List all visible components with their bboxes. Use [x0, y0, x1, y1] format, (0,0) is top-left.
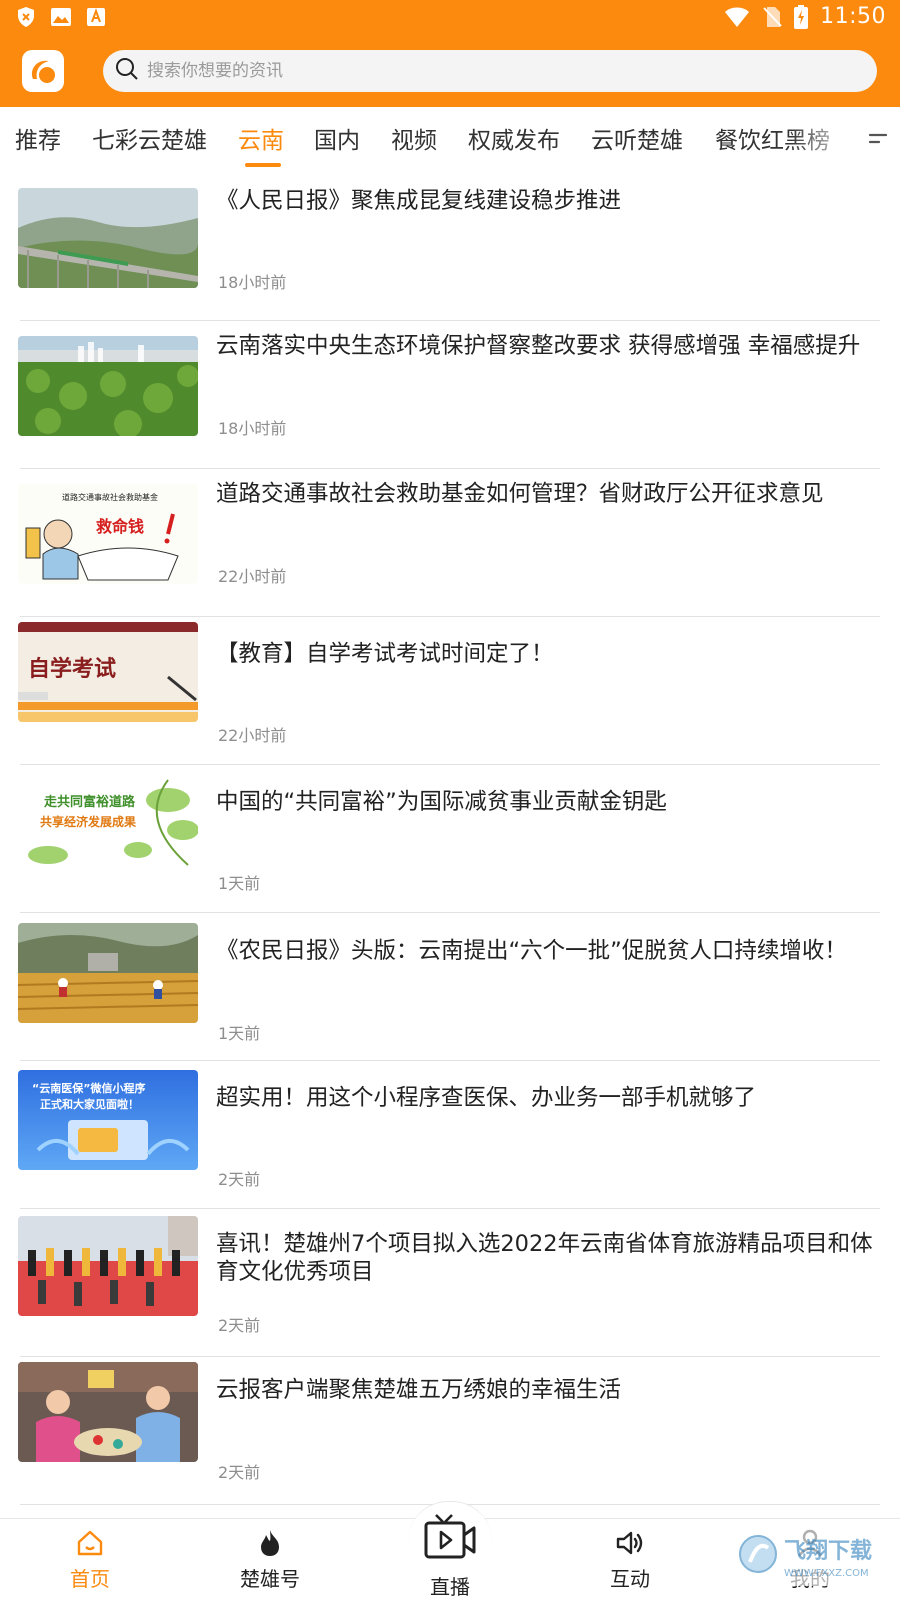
nav-live-label: 直播: [430, 1575, 470, 1599]
news-title: 超实用！用这个小程序查医保、办业务一部手机就够了: [216, 1085, 757, 1111]
live-tv-icon: [422, 1511, 478, 1563]
search-input[interactable]: [147, 61, 847, 81]
nav-home[interactable]: 首页: [30, 1519, 150, 1600]
nav-chuxiong-hao-label: 楚雄号: [240, 1567, 300, 1591]
thumb-caption: 自学考试: [28, 656, 116, 682]
news-title: 云南落实中央生态环境保护督察整改要求 获得感增强 幸福感提升: [216, 333, 861, 359]
news-time: 2天前: [218, 1170, 261, 1189]
news-title: 中国的“共同富裕”为国际减贫事业贡献金钥匙: [216, 789, 667, 815]
tab-colorful-chuxiong[interactable]: 七彩云楚雄: [92, 121, 207, 155]
nav-chuxiong-hao[interactable]: 楚雄号: [210, 1519, 330, 1600]
news-title: 【教育】自学考试考试时间定了！: [216, 641, 554, 667]
news-title: 《人民日报》聚焦成昆复线建设稳步推进: [216, 188, 622, 214]
tab-recommend[interactable]: 推荐: [15, 121, 61, 155]
news-item[interactable]: 道路交通事故社会救助基金 救命钱 道路交通事故社会救助基金如何管理？省财政厅公开…: [0, 469, 900, 617]
tab-domestic[interactable]: 国内: [314, 121, 360, 155]
tab-official[interactable]: 权威发布: [468, 121, 560, 155]
tab-video[interactable]: 视频: [391, 121, 437, 155]
news-thumbnail-insurance: “云南医保”微信小程序 正式和大家见面啦！: [18, 1070, 198, 1170]
status-time: 11:50: [820, 4, 886, 29]
speaker-icon: [614, 1527, 646, 1559]
news-thumbnail-forest: [18, 336, 198, 436]
nav-interaction[interactable]: 互动: [570, 1519, 690, 1600]
watermark-url: WWW.FXXZ.COM: [784, 1568, 869, 1579]
news-title: 《农民日报》头版：云南提出“六个一批”促脱贫人口持续增收！: [216, 938, 847, 964]
news-title: 喜讯！楚雄州7个项目拟入选2022年云南省体育旅游精品项目和体育文化优秀项目: [216, 1231, 873, 1285]
news-item[interactable]: 云南落实中央生态环境保护督察整改要求 获得感增强 幸福感提升 18小时前: [0, 321, 900, 469]
channel-menu-icon[interactable]: [868, 131, 888, 150]
app-header: 11:50: [0, 0, 900, 107]
news-title: 道路交通事故社会救助基金如何管理？省财政厅公开征求意见: [216, 481, 824, 507]
news-thumbnail-embroidery: [18, 1362, 198, 1462]
thumb-caption-2: 共享经济发展成果: [40, 814, 136, 829]
news-thumbnail-festival: [18, 1216, 198, 1316]
news-time: 18小时前: [218, 419, 287, 438]
news-item[interactable]: 喜讯！楚雄州7个项目拟入选2022年云南省体育旅游精品项目和体育文化优秀项目 2…: [0, 1209, 900, 1357]
news-item[interactable]: 《人民日报》聚焦成昆复线建设稳步推进 18小时前: [0, 173, 900, 321]
news-list: 《人民日报》聚焦成昆复线建设稳步推进 18小时前 云南落实中央生态环境保护督察整…: [0, 173, 900, 1518]
news-item[interactable]: 走共同富裕道路 共享经济发展成果 中国的“共同富裕”为国际减贫事业贡献金钥匙 1…: [0, 765, 900, 913]
flame-icon: [254, 1527, 286, 1559]
news-thumbnail-cartoon: 道路交通事故社会救助基金 救命钱: [18, 484, 198, 584]
search-icon: [115, 57, 139, 85]
news-item[interactable]: 《农民日报》头版：云南提出“六个一批”促脱贫人口持续增收！ 1天前: [0, 913, 900, 1061]
nav-live[interactable]: 直播: [390, 1514, 510, 1600]
font-a-icon: [86, 7, 106, 27]
search-bar[interactable]: [103, 50, 877, 92]
battery-charging-icon: [794, 4, 809, 29]
nav-interaction-label: 互动: [610, 1567, 650, 1591]
news-time: 2天前: [218, 1316, 261, 1335]
news-title: 云报客户端聚焦楚雄五万绣娘的幸福生活: [216, 1377, 622, 1403]
news-item[interactable]: “云南医保”微信小程序 正式和大家见面啦！ 超实用！用这个小程序查医保、办业务一…: [0, 1061, 900, 1209]
thumb-caption-main: 救命钱: [96, 517, 144, 536]
app-logo[interactable]: [22, 50, 64, 92]
logo-mark-icon: [31, 60, 55, 83]
tab-overflow-fade: [790, 107, 860, 173]
news-time: 1天前: [218, 1024, 261, 1043]
thumb-caption-2: 正式和大家见面啦！: [40, 1097, 139, 1111]
wifi-icon: [724, 6, 750, 28]
news-thumbnail-prosperity: 走共同富裕道路 共享经济发展成果: [18, 770, 198, 870]
channel-tab-bar: 推荐 七彩云楚雄 云南 国内 视频 权威发布 云听楚雄 餐饮红黑榜: [0, 107, 900, 173]
news-thumbnail-exam: 自学考试: [18, 622, 198, 722]
news-time: 18小时前: [218, 273, 287, 292]
app-root: 11:50 推荐 七彩云楚雄 云南 国内 视频 权威发布 云听楚雄 餐饮红黑榜: [0, 0, 900, 1600]
news-time: 1天前: [218, 874, 261, 893]
thumb-caption-top: 道路交通事故社会救助基金: [62, 492, 158, 502]
tab-yunnan[interactable]: 云南: [238, 121, 284, 155]
news-thumbnail-farmers: [18, 923, 198, 1023]
no-sim-icon: [762, 6, 782, 28]
active-tab-indicator: [245, 163, 281, 167]
tab-radio-chuxiong[interactable]: 云听楚雄: [591, 121, 683, 155]
news-time: 22小时前: [218, 567, 287, 586]
thumb-caption-1: 走共同富裕道路: [44, 794, 136, 810]
news-item[interactable]: 自学考试 【教育】自学考试考试时间定了！ 22小时前: [0, 617, 900, 765]
status-bar: 11:50: [0, 0, 900, 36]
news-time: 22小时前: [218, 726, 287, 745]
news-time: 2天前: [218, 1463, 261, 1482]
thumb-caption-1: “云南医保”微信小程序: [32, 1081, 145, 1095]
image-icon: [50, 7, 72, 27]
home-icon: [74, 1527, 106, 1559]
nav-home-label: 首页: [70, 1567, 110, 1591]
site-watermark: 飞翔下载 WWW.FXXZ.COM: [734, 1520, 894, 1590]
shield-icon: [16, 6, 36, 28]
news-item[interactable]: 云报客户端聚焦楚雄五万绣娘的幸福生活 2天前: [0, 1357, 900, 1505]
news-thumbnail-railway: [18, 188, 198, 288]
watermark-title: 飞翔下载: [784, 1538, 872, 1564]
